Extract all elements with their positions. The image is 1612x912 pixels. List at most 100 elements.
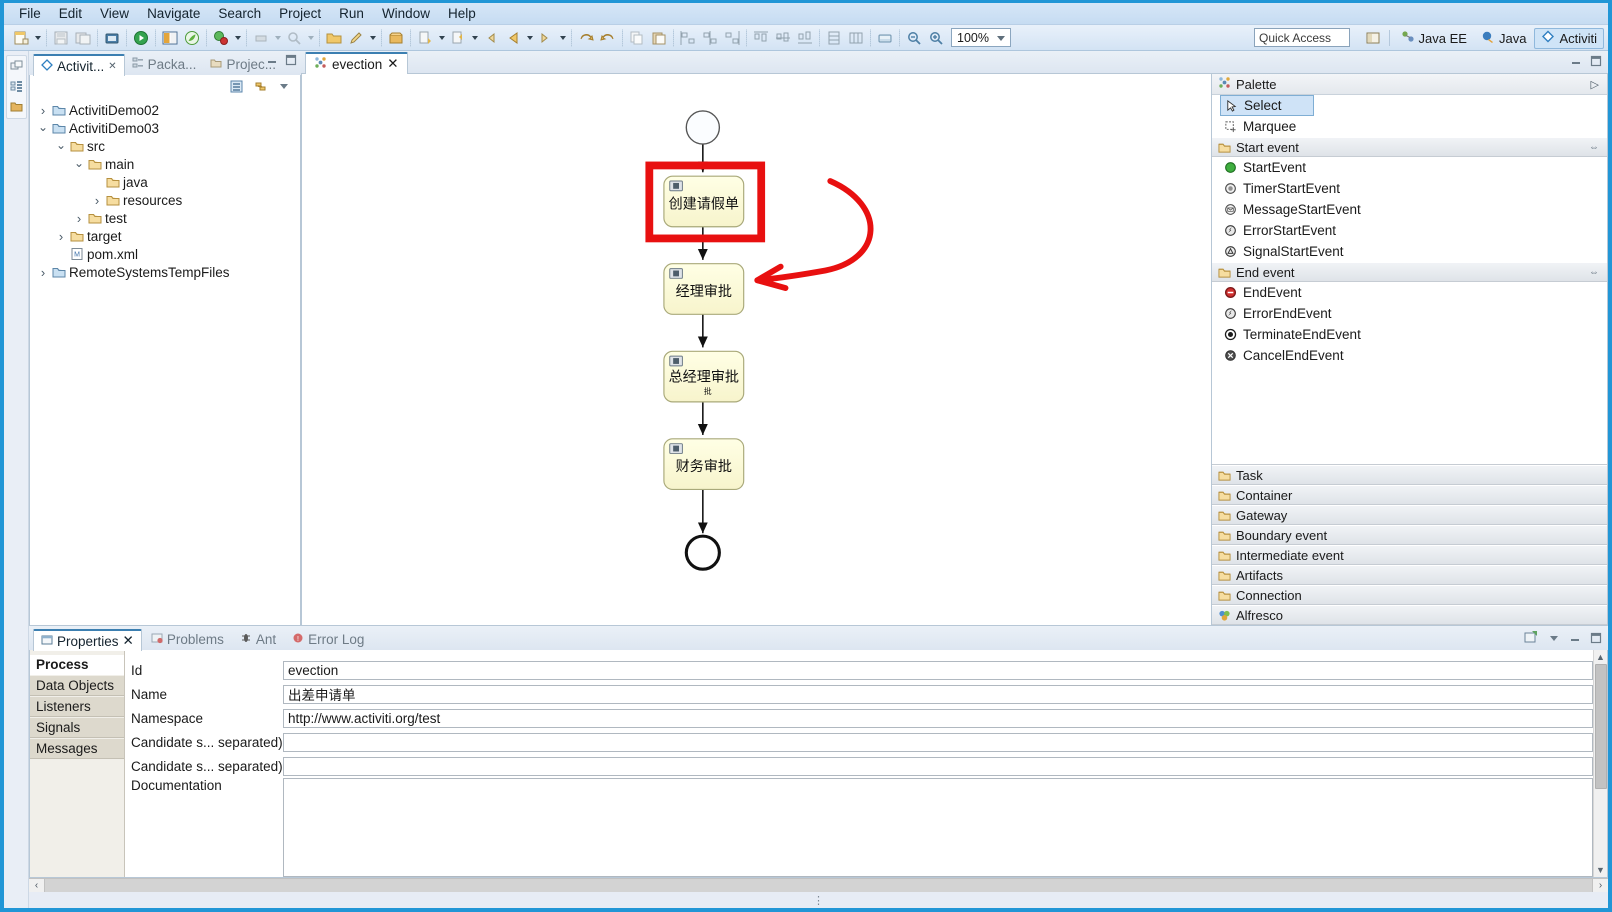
export-image-icon[interactable]: [875, 28, 895, 48]
match-width-icon[interactable]: [846, 28, 866, 48]
chevron-right-icon[interactable]: ›: [54, 229, 68, 244]
copy-icon[interactable]: [627, 28, 647, 48]
perspective-java[interactable]: Java: [1475, 28, 1532, 49]
properties-tab-signals[interactable]: Signals: [30, 718, 124, 738]
properties-vertical-scrollbar[interactable]: ▲ ▼: [1593, 650, 1607, 877]
properties-field-input[interactable]: 出差申请单: [283, 684, 1593, 704]
align-middle-icon[interactable]: [773, 28, 793, 48]
leaf-icon[interactable]: [182, 28, 202, 48]
pin-properties-icon[interactable]: [1524, 630, 1539, 648]
menu-item-run[interactable]: Run: [330, 4, 373, 23]
bpmn-diagram[interactable]: 创建请假单 经理审批 总经理审批 批 财务审批: [302, 74, 1211, 625]
redo-icon[interactable]: [598, 28, 618, 48]
scroll-left-icon[interactable]: ‹: [29, 878, 45, 893]
forward-dropdown-arrow[interactable]: [557, 28, 568, 48]
palette-item-startevent[interactable]: StartEvent: [1212, 157, 1607, 178]
editor-tab-evection[interactable]: evection ✕: [305, 52, 408, 75]
next-annotation-icon[interactable]: [415, 28, 435, 48]
chevron-right-icon[interactable]: ›: [36, 265, 50, 280]
new-icon[interactable]: [11, 28, 31, 48]
view-menu-icon[interactable]: [276, 78, 292, 94]
scroll-up-icon[interactable]: ▲: [1594, 650, 1608, 664]
tab-problems[interactable]: Problems: [144, 628, 231, 650]
maximize-icon[interactable]: [1590, 632, 1602, 647]
tree-item-resources[interactable]: › resources: [30, 191, 300, 209]
align-top-icon[interactable]: [751, 28, 771, 48]
minimize-icon[interactable]: [1569, 54, 1582, 67]
pencil-icon[interactable]: [346, 28, 366, 48]
align-left-icon[interactable]: [678, 28, 698, 48]
package-icon[interactable]: [386, 28, 406, 48]
open-folder-icon[interactable]: [324, 28, 344, 48]
perspective-activiti[interactable]: Activiti: [1534, 27, 1604, 49]
tree-item-main[interactable]: ⌄ main: [30, 155, 300, 173]
forward-history-icon[interactable]: [536, 28, 556, 48]
status-bar-resize-handle[interactable]: ⋮: [813, 894, 824, 907]
end-event-node[interactable]: [684, 534, 721, 572]
collapse-all-icon[interactable]: [228, 78, 244, 94]
palette-item-messagestartevent[interactable]: MessageStartEvent: [1212, 199, 1607, 220]
documentation-textarea[interactable]: [283, 778, 1593, 877]
back-arrow-icon[interactable]: [481, 28, 501, 48]
scroll-right-icon[interactable]: ›: [1592, 878, 1608, 893]
palette-item-endevent[interactable]: EndEvent: [1212, 282, 1607, 303]
view-menu-icon[interactable]: [1548, 632, 1560, 647]
quick-access-input[interactable]: Quick Access: [1254, 28, 1350, 47]
search-dropdown-arrow[interactable]: [305, 28, 316, 48]
zoom-level-combo[interactable]: 100%: [951, 28, 1011, 47]
properties-field-input[interactable]: [283, 732, 1593, 752]
menu-item-window[interactable]: Window: [373, 4, 439, 23]
previous-annotation-icon[interactable]: [448, 28, 468, 48]
tree-item-pom-xml[interactable]: Mpom.xml: [30, 245, 300, 263]
external-tools-dropdown-arrow[interactable]: [272, 28, 283, 48]
palette-item-signalstartevent[interactable]: SignalStartEvent: [1212, 241, 1607, 262]
tab-package-explorer[interactable]: Packa...: [125, 53, 204, 75]
close-icon[interactable]: ✕: [123, 633, 134, 649]
save-all-icon[interactable]: [73, 28, 93, 48]
task-node-3[interactable]: 总经理审批 批: [663, 351, 745, 403]
chevron-right-icon[interactable]: ›: [72, 211, 86, 226]
zoom-in-icon[interactable]: [926, 28, 946, 48]
properties-tab-data-objects[interactable]: Data Objects: [30, 676, 124, 696]
palette-item-cancelendevent[interactable]: CancelEndEvent: [1212, 345, 1607, 366]
palette-section-connection[interactable]: Connection: [1212, 585, 1607, 605]
align-center-icon[interactable]: [700, 28, 720, 48]
previous-annotation-dropdown-arrow[interactable]: [469, 28, 480, 48]
start-event-node[interactable]: [685, 110, 721, 146]
tab-properties[interactable]: Properties ✕: [33, 629, 142, 651]
run-icon[interactable]: [131, 28, 151, 48]
print-icon[interactable]: [102, 28, 122, 48]
tree-item-java[interactable]: java: [30, 173, 300, 191]
menu-item-help[interactable]: Help: [439, 4, 485, 23]
scroll-down-icon[interactable]: ▼: [1594, 863, 1608, 877]
save-icon[interactable]: [51, 28, 71, 48]
palette-section-alfresco[interactable]: Alfresco: [1212, 605, 1607, 625]
search-icon[interactable]: [284, 28, 304, 48]
pencil-dropdown-arrow[interactable]: [367, 28, 378, 48]
tree-item-remotesystemstempfiles[interactable]: › RemoteSystemsTempFiles: [30, 263, 300, 281]
palette-tool-select[interactable]: Select: [1220, 95, 1314, 117]
menu-item-file[interactable]: File: [10, 4, 50, 23]
project-tree[interactable]: › ActivitiDemo02 ⌄ ActivitiDemo03 ⌄ src ⌄ main j…: [29, 97, 301, 626]
palette-section-pin-icon[interactable]: ⇔: [1589, 142, 1599, 153]
tree-item-target[interactable]: › target: [30, 227, 300, 245]
palette-section-gateway[interactable]: Gateway: [1212, 505, 1607, 525]
new-dropdown-arrow[interactable]: [32, 28, 43, 48]
palette-section-boundary-event[interactable]: Boundary event: [1212, 525, 1607, 545]
minimize-icon[interactable]: [265, 53, 278, 66]
restore-icon[interactable]: [9, 59, 24, 74]
align-right-icon[interactable]: [722, 28, 742, 48]
task-node-4[interactable]: 财务审批: [663, 438, 745, 491]
palette-section-pin-icon[interactable]: ⇔: [1589, 267, 1599, 278]
match-height-icon[interactable]: [824, 28, 844, 48]
backward-dropdown-arrow[interactable]: [524, 28, 535, 48]
tree-item-src[interactable]: ⌄ src: [30, 137, 300, 155]
menu-item-project[interactable]: Project: [270, 4, 330, 23]
palette-item-errorendevent[interactable]: ErrorEndEvent: [1212, 303, 1607, 324]
maximize-icon[interactable]: [284, 53, 297, 66]
tab-error-log[interactable]: ! Error Log: [285, 628, 371, 650]
undo-icon[interactable]: [576, 28, 596, 48]
properties-field-input[interactable]: [283, 756, 1593, 776]
scrollbar-thumb[interactable]: [1594, 664, 1607, 789]
paste-icon[interactable]: [649, 28, 669, 48]
